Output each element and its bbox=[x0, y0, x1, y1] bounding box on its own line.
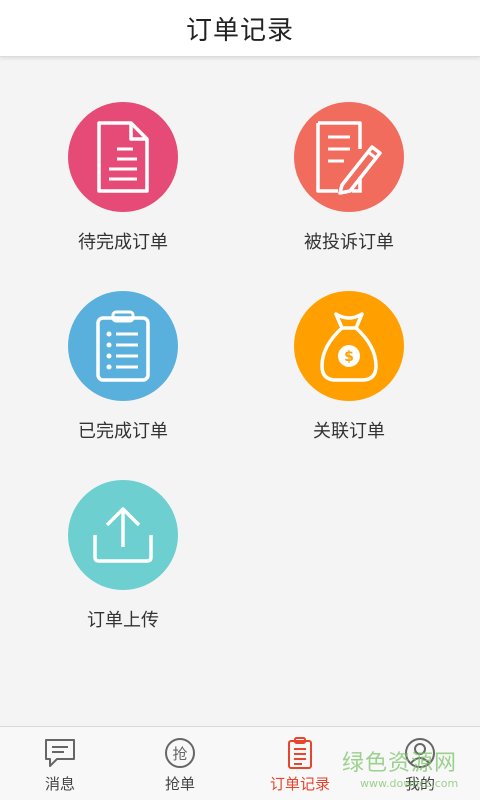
pending-orders-button[interactable]: 待完成订单 bbox=[23, 102, 223, 262]
completed-orders-circle bbox=[68, 291, 178, 401]
document-icon bbox=[97, 121, 149, 193]
tab-mine[interactable]: 我的 bbox=[360, 727, 480, 800]
clipboard-list-icon bbox=[96, 310, 150, 382]
upload-orders-label: 订单上传 bbox=[87, 610, 159, 631]
grab-order-icon: 抢 bbox=[163, 736, 197, 770]
svg-text:$: $ bbox=[344, 349, 354, 365]
linked-orders-button[interactable]: $ 关联订单 bbox=[249, 291, 449, 451]
complained-orders-button[interactable]: 被投诉订单 bbox=[249, 102, 449, 262]
pending-orders-label: 待完成订单 bbox=[78, 232, 168, 253]
completed-orders-button[interactable]: 已完成订单 bbox=[23, 291, 223, 451]
tab-messages[interactable]: 消息 bbox=[0, 727, 120, 800]
complained-orders-circle bbox=[294, 102, 404, 212]
tab-mine-label: 我的 bbox=[404, 775, 435, 793]
tab-order-records-label: 订单记录 bbox=[269, 775, 330, 793]
upload-orders-circle bbox=[68, 480, 178, 590]
completed-orders-label: 已完成订单 bbox=[78, 421, 168, 442]
tab-grab-order[interactable]: 抢 抢单 bbox=[120, 727, 240, 800]
linked-orders-label: 关联订单 bbox=[313, 421, 385, 442]
message-icon bbox=[43, 736, 77, 770]
svg-text:抢: 抢 bbox=[172, 745, 187, 763]
order-record-icon bbox=[283, 736, 317, 770]
tab-messages-label: 消息 bbox=[44, 775, 75, 793]
user-icon bbox=[403, 736, 437, 770]
money-bag-icon: $ bbox=[320, 312, 378, 382]
header-bar: 订单记录 bbox=[0, 0, 480, 57]
edit-document-icon bbox=[316, 121, 382, 195]
linked-orders-circle: $ bbox=[294, 291, 404, 401]
pending-orders-circle bbox=[68, 102, 178, 212]
complained-orders-label: 被投诉订单 bbox=[304, 232, 394, 253]
upload-icon bbox=[93, 507, 153, 563]
page-title: 订单记录 bbox=[185, 15, 294, 46]
tab-order-records[interactable]: 订单记录 bbox=[240, 727, 360, 800]
upload-orders-button[interactable]: 订单上传 bbox=[23, 480, 223, 640]
tab-grab-order-label: 抢单 bbox=[164, 775, 195, 793]
bottom-tab-bar: 消息 抢 抢单 订单记录 我的 bbox=[0, 726, 480, 800]
